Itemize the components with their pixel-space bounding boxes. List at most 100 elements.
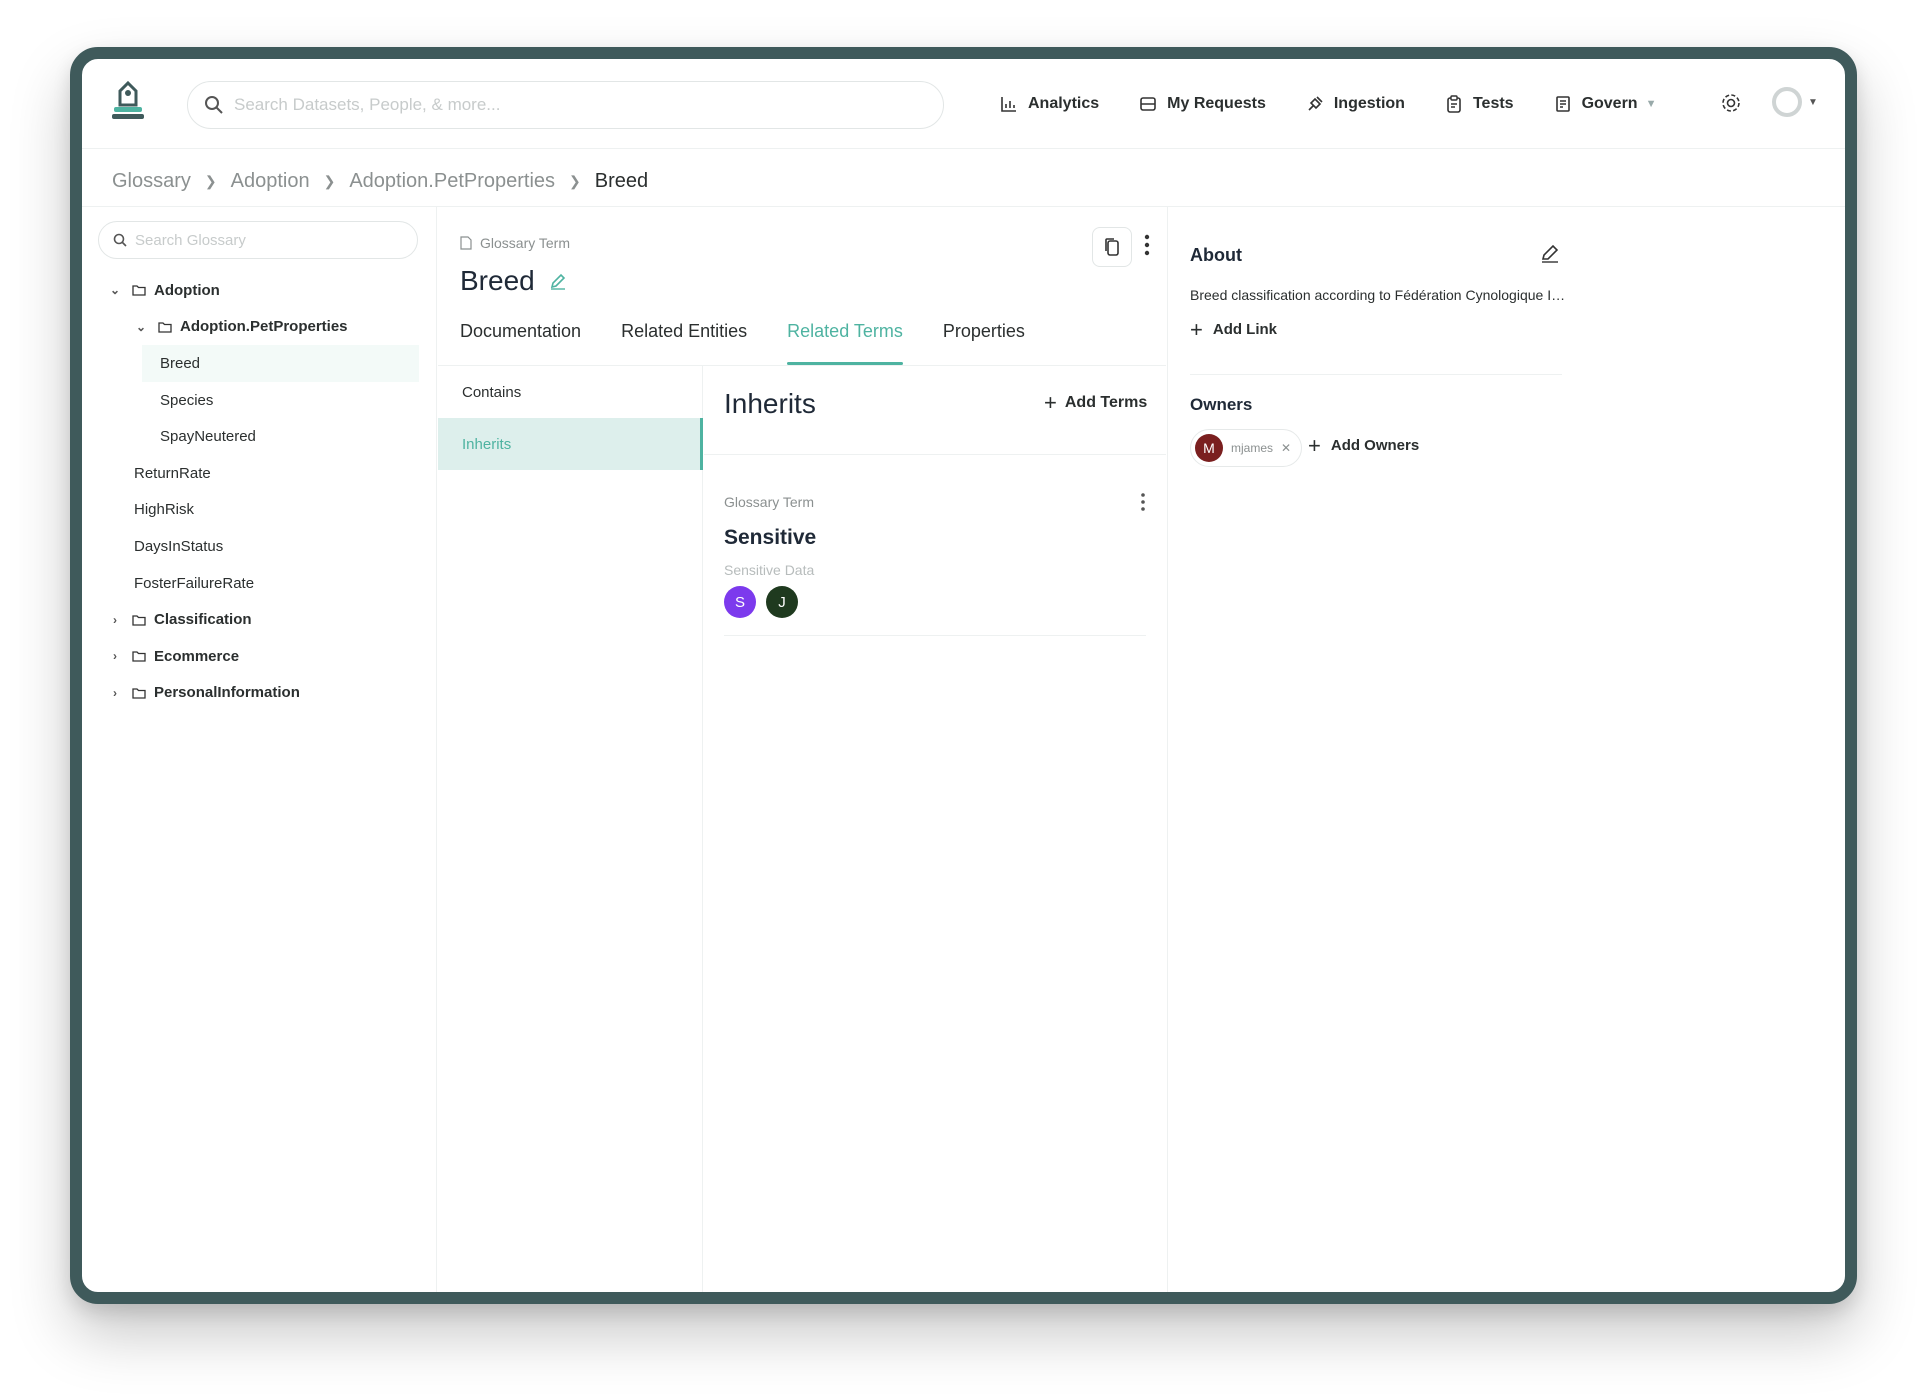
tree-item-label: PersonalInformation <box>154 684 300 702</box>
owners-title: Owners <box>1190 395 1253 414</box>
tree-item-label: FosterFailureRate <box>134 574 255 592</box>
nav-govern-label: Govern <box>1581 95 1638 112</box>
chevron-right-icon[interactable]: › <box>108 686 122 700</box>
tab-related-entities[interactable]: Related Entities <box>621 317 747 365</box>
add-owners-button[interactable]: + Add Owners <box>1308 434 1419 456</box>
top-nav: Analytics My Requests Ingestion Tests Go… <box>1000 59 1696 149</box>
chevron-down-icon: ▼ <box>1808 96 1818 108</box>
global-search[interactable] <box>187 81 944 129</box>
relation-inherits[interactable]: Inherits <box>438 418 703 470</box>
document-icon <box>460 236 472 250</box>
tree-item-ecommerce[interactable]: › Ecommerce <box>82 638 437 675</box>
chevron-right-icon[interactable]: › <box>108 649 122 663</box>
edit-pencil-icon[interactable] <box>1540 243 1560 268</box>
tree-item-label: Species <box>160 391 214 409</box>
folder-icon <box>132 285 146 296</box>
search-icon <box>113 233 127 247</box>
tree-item-pet-properties[interactable]: ⌄ Adoption.PetProperties <box>82 309 437 346</box>
card-term-name[interactable]: Sensitive <box>724 526 816 550</box>
chevron-right-icon[interactable]: › <box>108 613 122 627</box>
tree-item-days-in-status[interactable]: DaysInStatus <box>82 528 437 565</box>
plus-icon: + <box>1190 316 1203 342</box>
relation-type-list: Contains Inherits <box>438 366 703 1292</box>
tab-documentation[interactable]: Documentation <box>460 317 581 365</box>
divider <box>704 454 1166 455</box>
glossary-search[interactable] <box>98 221 418 259</box>
nav-tests[interactable]: Tests <box>1445 95 1514 113</box>
avatar[interactable]: J <box>766 586 798 618</box>
chevron-down-icon[interactable]: ⌄ <box>134 320 148 334</box>
add-link-button[interactable]: + Add Link <box>1190 316 1278 342</box>
breadcrumb-glossary[interactable]: Glossary <box>112 170 191 193</box>
close-icon[interactable]: ✕ <box>1281 441 1291 455</box>
term-type-text: Glossary Term <box>480 235 570 251</box>
tree-item-adoption[interactable]: ⌄ Adoption <box>82 272 437 309</box>
tree-item-label: SpayNeutered <box>160 428 256 446</box>
tree-item-label: Ecommerce <box>154 647 240 665</box>
avatar: M <box>1195 434 1223 462</box>
tree-item-label: Adoption.PetProperties <box>180 318 348 336</box>
glossary-search-input[interactable] <box>135 231 405 249</box>
tree-item-species[interactable]: Species <box>82 382 437 419</box>
edit-pencil-icon[interactable] <box>549 272 567 290</box>
chevron-down-icon[interactable]: ⌄ <box>108 283 122 297</box>
card-owners: S J <box>724 586 808 618</box>
breadcrumb-adoption[interactable]: Adoption <box>231 170 310 193</box>
add-link-label: Add Link <box>1212 321 1278 338</box>
owner-chip[interactable]: M mjames ✕ <box>1190 429 1303 467</box>
card-term-description: Sensitive Data <box>724 562 815 578</box>
folder-icon <box>158 322 172 333</box>
term-tabs: Documentation Related Entities Related T… <box>460 317 1065 365</box>
more-options-icon[interactable] <box>1144 233 1150 262</box>
details-sidebar: About Breed classification according to … <box>1167 207 1845 1292</box>
tree-item-classification[interactable]: › Classification <box>82 601 437 638</box>
copy-icon <box>1105 238 1119 256</box>
tree-item-high-risk[interactable]: HighRisk <box>82 492 437 529</box>
chevron-right-icon: ❯ <box>569 172 581 189</box>
tree-item-personal-information[interactable]: › PersonalInformation <box>82 675 437 712</box>
nav-govern[interactable]: Govern ▼ <box>1554 95 1656 113</box>
nav-analytics[interactable]: Analytics <box>1000 95 1099 113</box>
card-type-label: Glossary Term <box>724 494 814 510</box>
tree-item-spay-neutered[interactable]: SpayNeutered <box>82 418 437 455</box>
divider <box>1190 374 1562 375</box>
add-terms-button[interactable]: + Add Terms <box>1044 390 1148 415</box>
tree-item-breed[interactable]: Breed <box>142 345 419 382</box>
nav-analytics-label: Analytics <box>1028 95 1100 112</box>
about-title: About <box>1190 245 1242 265</box>
page-title: Breed <box>460 265 567 297</box>
add-terms-label: Add Terms <box>1064 394 1148 411</box>
tree-item-label: DaysInStatus <box>134 537 224 555</box>
user-menu[interactable]: ▼ <box>1772 87 1818 117</box>
nav-tests-label: Tests <box>1472 95 1514 112</box>
plus-icon: + <box>1044 390 1057 415</box>
related-term-card[interactable]: Glossary Term Sensitive Sensitive Data S… <box>724 476 1146 636</box>
nav-my-requests[interactable]: My Requests <box>1139 95 1266 113</box>
tree-item-return-rate[interactable]: ReturnRate <box>82 455 437 492</box>
app-logo-icon[interactable] <box>106 79 150 123</box>
global-search-input[interactable] <box>234 95 874 115</box>
chart-icon <box>1001 97 1016 112</box>
user-avatar <box>1772 87 1802 117</box>
nav-ingestion[interactable]: Ingestion <box>1306 95 1405 113</box>
tree-item-label: Adoption <box>154 281 220 299</box>
app-window: Analytics My Requests Ingestion Tests Go… <box>70 47 1857 1304</box>
avatar[interactable]: S <box>724 586 756 618</box>
term-type-label: Glossary Term <box>460 235 570 251</box>
tab-properties[interactable]: Properties <box>943 317 1025 365</box>
folder-icon <box>132 651 146 662</box>
top-nav-bar: Analytics My Requests Ingestion Tests Go… <box>82 59 1845 149</box>
tree-item-label: Breed <box>160 354 201 372</box>
settings-gear-icon[interactable] <box>1720 92 1742 119</box>
breadcrumb-pet-properties[interactable]: Adoption.PetProperties <box>349 170 555 193</box>
more-options-icon[interactable] <box>1140 492 1146 517</box>
tree-item-label: Classification <box>154 611 252 629</box>
tab-related-terms[interactable]: Related Terms <box>787 317 903 365</box>
tree-item-foster-failure-rate[interactable]: FosterFailureRate <box>82 565 437 602</box>
copy-link-button[interactable] <box>1092 227 1132 267</box>
related-heading: Inherits <box>724 388 816 419</box>
search-icon <box>205 96 223 114</box>
term-detail-panel: Glossary Term Breed Documentation Relate… <box>438 207 1166 1292</box>
relation-contains[interactable]: Contains <box>438 366 702 418</box>
nav-ingestion-label: Ingestion <box>1333 95 1405 112</box>
